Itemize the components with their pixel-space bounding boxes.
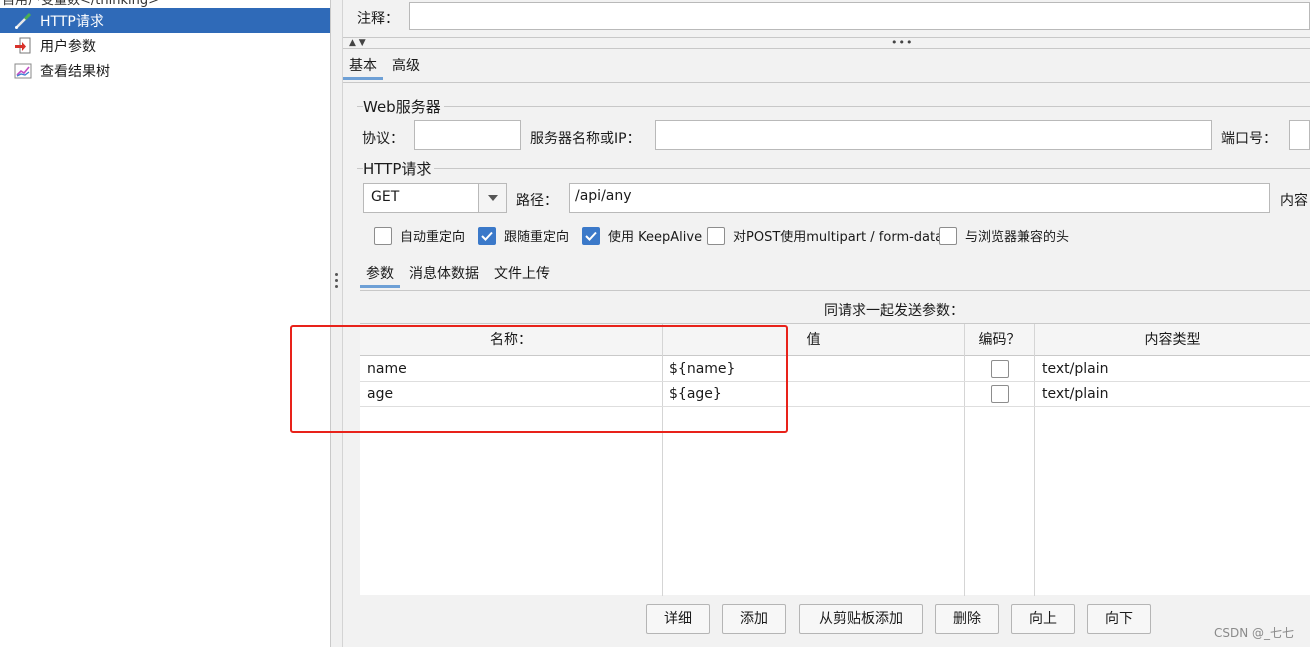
tree-item-label: 查看结果树 xyxy=(40,63,110,80)
add-from-clipboard-button[interactable]: 从剪贴板添加 xyxy=(799,604,923,634)
column-divider xyxy=(964,324,965,596)
method-select[interactable]: GET xyxy=(363,183,507,213)
web-server-group-title: Web服务器 xyxy=(363,96,444,117)
divider xyxy=(343,82,1310,83)
move-down-button[interactable]: 向下 xyxy=(1087,604,1151,634)
method-value: GET xyxy=(371,189,400,205)
table-row-content-type[interactable]: text/plain xyxy=(1042,382,1108,407)
group-line xyxy=(357,106,1310,107)
pipette-sampler-icon xyxy=(12,11,34,31)
move-up-button[interactable]: 向上 xyxy=(1011,604,1075,634)
divider xyxy=(343,37,1310,38)
group-line xyxy=(357,168,1310,169)
http-sampler-panel: 注释： ▲ ▼ ••• 基本 高级 Web服务器 协议： 服务器名称或IP： 端… xyxy=(343,0,1310,647)
path-field[interactable]: /api/any xyxy=(569,183,1270,213)
tree-item-partial-label: 自用户变量数</thinking> xyxy=(2,0,159,8)
checkbox-label: 使用 KeepAlive xyxy=(608,230,703,245)
checkbox-label: 对POST使用multipart / form-data xyxy=(733,230,944,245)
protocol-label: 协议： xyxy=(362,131,404,147)
server-field[interactable] xyxy=(655,120,1212,150)
column-header-content-type[interactable]: 内容类型 xyxy=(1035,324,1310,356)
divider xyxy=(360,290,1310,291)
checkmark-icon[interactable] xyxy=(582,226,600,245)
protocol-field[interactable] xyxy=(414,120,521,150)
checkbox-label: 与浏览器兼容的头 xyxy=(965,230,1070,245)
divider xyxy=(343,48,1310,49)
path-label: 路径： xyxy=(516,193,558,209)
keepalive-checkbox[interactable]: 使用 KeepAlive xyxy=(582,226,702,245)
tree-item-http-request[interactable]: HTTP请求 xyxy=(0,8,330,33)
tab-body-data[interactable]: 消息体数据 xyxy=(403,262,485,288)
comment-field[interactable] xyxy=(409,2,1310,30)
tree-item-label: HTTP请求 xyxy=(40,13,104,30)
comment-label: 注释： xyxy=(357,11,399,27)
port-field[interactable] xyxy=(1289,120,1310,150)
server-label: 服务器名称或IP： xyxy=(530,131,641,147)
tab-basic[interactable]: 基本 xyxy=(343,54,383,80)
tab-parameters[interactable]: 参数 xyxy=(360,262,400,288)
port-label: 端口号： xyxy=(1221,131,1277,147)
checkbox-box[interactable] xyxy=(707,226,725,245)
annotation-highlight-box xyxy=(290,325,788,433)
table-row-content-type[interactable]: text/plain xyxy=(1042,357,1108,382)
column-header-encode[interactable]: 编码？ xyxy=(965,324,1034,356)
tab-advanced[interactable]: 高级 xyxy=(386,54,426,80)
test-plan-tree: 自用户变量数</thinking> HTTP请求 用户参数 查看结果树 xyxy=(0,0,331,647)
checkbox-box[interactable] xyxy=(939,226,957,245)
browser-headers-checkbox[interactable]: 与浏览器兼容的头 xyxy=(939,226,1069,245)
chevron-down-icon[interactable] xyxy=(478,184,506,212)
checkmark-icon[interactable] xyxy=(478,226,496,245)
auto-redirect-checkbox[interactable]: 自动重定向 xyxy=(374,226,465,245)
delete-button[interactable]: 删除 xyxy=(935,604,999,634)
splitter-grip-icon xyxy=(335,273,338,291)
content-encoding-label: 内容 xyxy=(1280,193,1308,209)
watermark: CSDN @_七七 xyxy=(1214,626,1295,640)
checkbox-label: 自动重定向 xyxy=(400,230,466,245)
tree-item-user-params[interactable]: 用户参数 xyxy=(0,33,96,58)
detail-button[interactable]: 详细 xyxy=(646,604,710,634)
vertical-splitter[interactable] xyxy=(331,0,343,647)
checkbox-box[interactable] xyxy=(374,226,392,245)
collapse-arrows-icon[interactable]: ▲ ▼ xyxy=(349,38,366,48)
listener-graph-icon xyxy=(12,61,34,81)
tab-files-upload[interactable]: 文件上传 xyxy=(488,262,556,288)
column-divider xyxy=(1034,324,1035,596)
follow-redirect-checkbox[interactable]: 跟随重定向 xyxy=(478,226,569,245)
http-request-group-title: HTTP请求 xyxy=(363,158,435,179)
params-caption: 同请求一起发送参数： xyxy=(824,303,964,319)
multipart-checkbox[interactable]: 对POST使用multipart / form-data xyxy=(707,226,943,245)
checkbox-label: 跟随重定向 xyxy=(504,230,570,245)
encode-checkbox[interactable] xyxy=(991,385,1009,403)
add-button[interactable]: 添加 xyxy=(722,604,786,634)
encode-checkbox[interactable] xyxy=(991,360,1009,378)
tree-item-label: 用户参数 xyxy=(40,38,96,55)
tree-item-result-tree[interactable]: 查看结果树 xyxy=(0,58,110,83)
preprocessor-icon xyxy=(12,36,34,56)
